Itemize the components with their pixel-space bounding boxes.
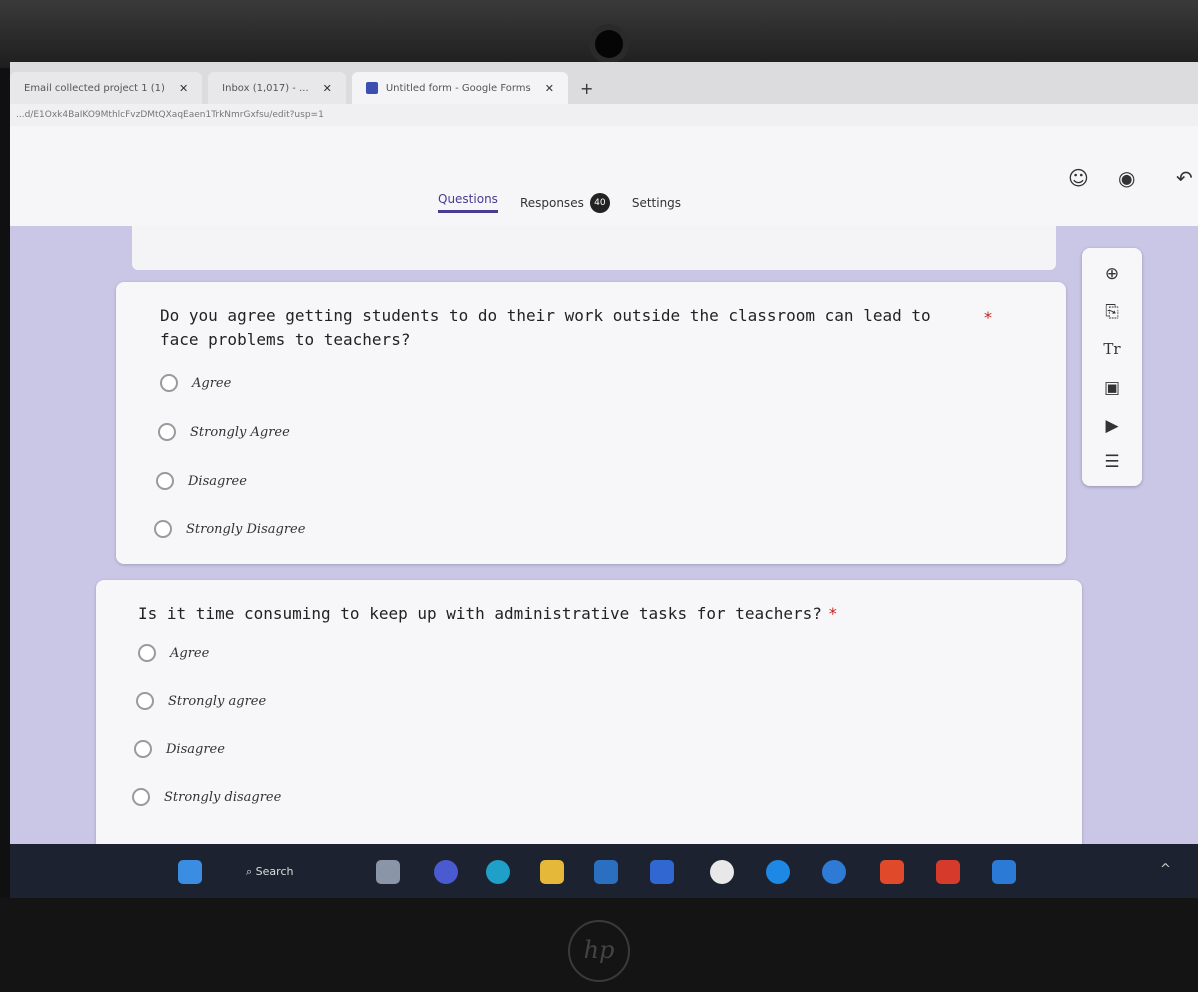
required-mark: * xyxy=(984,308,992,327)
task-view-icon[interactable] xyxy=(376,860,400,884)
radio-button[interactable] xyxy=(160,374,178,392)
start-icon[interactable] xyxy=(178,860,202,884)
question-title: Do you agree getting students to do thei… xyxy=(160,304,960,352)
taskbar-search[interactable]: ⌕ Search xyxy=(236,860,336,884)
address-bar[interactable]: ...d/E1Oxk4BaIKO9MthlcFvzDMtQXaqEaen1Trk… xyxy=(10,104,1198,126)
teams-icon[interactable] xyxy=(434,860,458,884)
radio-button[interactable] xyxy=(154,520,172,538)
add-image-icon[interactable]: ▣ xyxy=(1082,378,1142,398)
word-icon[interactable] xyxy=(992,860,1016,884)
radio-button[interactable] xyxy=(158,423,176,441)
tab-responses[interactable]: Responses xyxy=(520,196,584,210)
option-label: Disagree xyxy=(188,473,247,489)
radio-button[interactable] xyxy=(156,472,174,490)
undo-icon[interactable]: ↶ xyxy=(1176,166,1193,190)
question-title: Is it time consuming to keep up with adm… xyxy=(138,602,1018,626)
close-icon[interactable]: ✕ xyxy=(323,82,332,95)
close-icon[interactable]: ✕ xyxy=(179,82,188,95)
search-label: Search xyxy=(255,865,294,878)
forms-favicon-icon xyxy=(365,82,378,94)
app-icon[interactable] xyxy=(650,860,674,884)
store-icon[interactable] xyxy=(594,860,618,884)
question-card[interactable]: Do you agree getting students to do thei… xyxy=(116,282,1066,564)
option-row[interactable]: Disagree xyxy=(134,740,225,758)
windows-taskbar: ⌕ Search ^ xyxy=(10,844,1198,898)
radio-button[interactable] xyxy=(138,644,156,662)
file-explorer-icon[interactable] xyxy=(540,860,564,884)
option-label: Strongly Disagree xyxy=(186,521,306,537)
option-row[interactable]: Disagree xyxy=(156,472,247,490)
add-question-icon[interactable]: ⊕ xyxy=(1082,264,1142,284)
required-mark: * xyxy=(827,604,838,623)
browser-alt-icon[interactable] xyxy=(822,860,846,884)
option-label: Strongly disagree xyxy=(164,789,282,805)
chrome-icon[interactable] xyxy=(710,860,734,884)
edge-icon[interactable] xyxy=(486,860,510,884)
question-card[interactable]: Is it time consuming to keep up with adm… xyxy=(96,580,1082,844)
radio-button[interactable] xyxy=(134,740,152,758)
tab-label: Inbox (1,017) - ... xyxy=(222,82,309,94)
option-label: Agree xyxy=(192,375,232,391)
question-text: Do you agree getting students to do thei… xyxy=(160,306,931,349)
new-tab-button[interactable]: + xyxy=(580,72,593,104)
option-label: Strongly agree xyxy=(168,693,267,709)
option-row[interactable]: Strongly Disagree xyxy=(154,520,305,538)
form-tabs: Questions Responses 40 Settings xyxy=(438,192,703,213)
add-title-icon[interactable]: Tr xyxy=(1082,340,1142,358)
browser-tab[interactable]: Email collected project 1 (1) ✕ xyxy=(10,72,203,104)
browser-tab-active[interactable]: Untitled form - Google Forms ✕ xyxy=(351,72,568,104)
previous-card-bottom xyxy=(132,226,1056,270)
option-row[interactable]: Strongly Agree xyxy=(158,423,290,441)
add-section-icon[interactable]: ☰ xyxy=(1082,452,1142,472)
office-icon[interactable] xyxy=(936,860,960,884)
browser-tabbar: Email collected project 1 (1) ✕ Inbox (1… xyxy=(10,62,1198,104)
tab-label: Untitled form - Google Forms xyxy=(385,82,531,94)
radio-button[interactable] xyxy=(136,692,154,710)
question-text: Is it time consuming to keep up with adm… xyxy=(138,604,822,623)
tab-label: Email collected project 1 (1) xyxy=(24,82,165,94)
option-label: Strongly Agree xyxy=(190,424,290,440)
option-row[interactable]: Agree xyxy=(160,374,231,392)
preview-icon[interactable]: ◉ xyxy=(1118,166,1135,190)
palette-icon[interactable]: ☺ xyxy=(1068,166,1089,190)
option-row[interactable]: Strongly disagree xyxy=(132,788,281,806)
add-video-icon[interactable]: ▶ xyxy=(1082,416,1142,436)
tray-chevron-icon[interactable]: ^ xyxy=(1160,862,1171,877)
browser-tab[interactable]: Inbox (1,017) - ... ✕ xyxy=(208,72,346,104)
close-icon[interactable]: ✕ xyxy=(545,82,554,95)
option-label: Agree xyxy=(170,645,210,661)
floating-toolbar: ⊕ ⎘ Tr ▣ ▶ ☰ xyxy=(1082,248,1142,486)
webcam xyxy=(595,30,623,58)
responses-count-badge: 40 xyxy=(589,192,610,213)
option-label: Disagree xyxy=(166,741,225,757)
option-row[interactable]: Strongly agree xyxy=(136,692,266,710)
tab-settings[interactable]: Settings xyxy=(632,196,681,210)
option-row[interactable]: Agree xyxy=(138,644,209,662)
chrome-active-icon[interactable] xyxy=(880,860,904,884)
browser-icon[interactable] xyxy=(766,860,790,884)
hp-logo: hp xyxy=(568,920,630,982)
screen: Email collected project 1 (1) ✕ Inbox (1… xyxy=(10,62,1198,844)
import-questions-icon[interactable]: ⎘ xyxy=(1082,302,1142,322)
radio-button[interactable] xyxy=(132,788,150,806)
tab-questions[interactable]: Questions xyxy=(438,192,498,213)
laptop-bezel-top xyxy=(0,0,1198,68)
